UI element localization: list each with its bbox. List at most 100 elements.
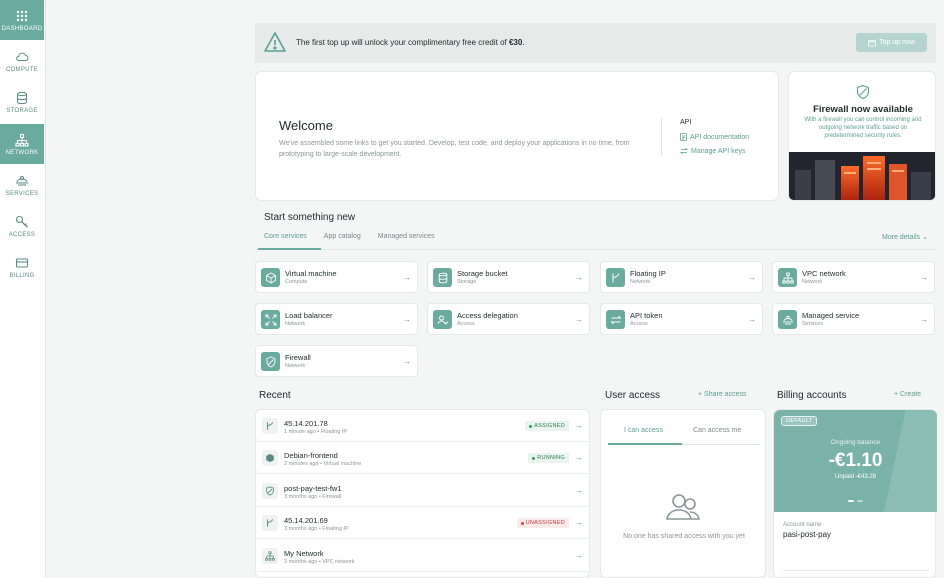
firewall-illustration [789, 152, 935, 200]
tab-app-catalog[interactable]: App catalog [324, 233, 361, 240]
list-item[interactable]: 45.14.201.78 1 minute ago • Floating IP … [256, 410, 591, 442]
key-icon [15, 215, 28, 228]
tab-can-access-me[interactable]: Can access me [693, 427, 741, 434]
cube-icon [261, 268, 280, 287]
billing-account-card[interactable]: DEFAULT Ongoing balance -€1.10 Unpaid -€… [773, 409, 937, 578]
users-icon [433, 310, 452, 329]
item-name: My Network [284, 549, 324, 558]
branch-icon [262, 515, 278, 531]
empty-state-text: No one has shared access with you yet [623, 533, 745, 540]
banner-text-prefix: The first top up will unlock your compli… [296, 38, 509, 47]
arrow-right-icon: → [575, 315, 583, 324]
services-icon [16, 175, 28, 185]
banner-text: The first top up will unlock your compli… [296, 38, 525, 47]
account-name-label: Account name [783, 522, 822, 528]
service-category: Network [285, 321, 306, 327]
swap-icon [606, 310, 625, 329]
service-name: Firewall [285, 353, 311, 362]
status-label: ASSIGNED [534, 423, 565, 429]
status-badge: ASSIGNED [525, 421, 569, 431]
network-icon [778, 268, 797, 287]
sidebar-item-storage[interactable]: STORAGE [0, 82, 44, 122]
service-name: Storage bucket [457, 269, 508, 278]
manage-api-keys-label: Manage API keys [691, 147, 746, 155]
service-firewall[interactable]: Firewall Network → [255, 345, 418, 377]
share-access-link[interactable]: + Share access [698, 391, 746, 398]
sidebar-item-network[interactable]: NETWORK [0, 124, 44, 164]
more-details-link[interactable]: More details ⌄ [882, 233, 928, 241]
top-up-button[interactable]: Top up now [856, 33, 927, 52]
create-billing-link[interactable]: + Create [894, 391, 921, 398]
arrow-right-icon: → [748, 273, 756, 282]
api-title: API [680, 119, 692, 126]
status-label: RUNNING [537, 455, 565, 461]
service-floating-ip[interactable]: Floating IP Network → [600, 261, 763, 293]
sidebar-item-services[interactable]: SERVICES [0, 165, 44, 205]
branch-icon [262, 418, 278, 434]
manage-api-keys-link[interactable]: Manage API keys [680, 147, 745, 155]
list-item[interactable]: My Network 3 months ago • VPC network → [256, 540, 591, 572]
welcome-description: We've assembled some links to get you st… [279, 140, 630, 158]
arrow-right-icon: → [575, 486, 583, 495]
sidebar-item-label: DASHBOARD [1, 25, 43, 32]
api-documentation-link[interactable]: API documentation [680, 133, 749, 141]
service-virtual-machine[interactable]: Virtual machine Compute → [255, 261, 418, 293]
service-category: Network [285, 363, 306, 369]
balance-label: Ongoing balance [830, 439, 881, 446]
status-badge: UNASSIGNED [516, 518, 569, 528]
sidebar-item-dashboard[interactable]: DASHBOARD [0, 0, 44, 40]
arrow-right-icon: → [403, 357, 411, 366]
service-category: Network [630, 279, 651, 285]
service-name: Managed service [802, 311, 860, 320]
user-access-title: User access [605, 390, 661, 401]
share-access-label: Share access [704, 391, 747, 398]
user-access-card: I can access Can access me No one has sh… [600, 409, 766, 578]
service-storage-bucket[interactable]: Storage bucket Storage → [427, 261, 590, 293]
document-icon [680, 133, 687, 141]
service-access-delegation[interactable]: Access delegation Access → [427, 303, 590, 335]
users-icon [666, 494, 700, 520]
divider [783, 570, 929, 571]
list-item[interactable]: 45.14.201.69 3 months ago • Floating IP … [256, 507, 591, 539]
service-load-balancer[interactable]: Load balancer Network → [255, 303, 418, 335]
list-item[interactable]: post-pay-test-fw1 3 months ago • Firewal… [256, 475, 591, 507]
carousel-dot[interactable] [857, 500, 863, 502]
arrow-right-icon: → [748, 315, 756, 324]
carousel-dot[interactable] [848, 500, 854, 502]
firewall-promo-card[interactable]: Firewall now available With a firewall y… [788, 71, 936, 201]
item-meta: 1 minute ago • Floating IP [284, 429, 348, 435]
sidebar-item-label: SERVICES [5, 190, 39, 197]
service-managed-service[interactable]: Managed service Services → [772, 303, 935, 335]
sidebar-item-label: BILLING [9, 272, 35, 279]
tab-core-services[interactable]: Core services [264, 233, 307, 240]
status-dot [520, 521, 524, 525]
arrow-right-icon: → [575, 518, 583, 527]
welcome-card: Welcome We've assembled some links to ge… [255, 71, 779, 201]
service-category: Compute [285, 279, 308, 285]
unpaid-amount: Unpaid -€43.28 [834, 474, 877, 480]
services-icon [778, 310, 797, 329]
recent-list: 45.14.201.78 1 minute ago • Floating IP … [255, 409, 591, 578]
tab-managed-services[interactable]: Managed services [378, 233, 435, 240]
service-vpc-network[interactable]: VPC network Network → [772, 261, 935, 293]
arrow-right-icon: → [920, 315, 928, 324]
service-api-token[interactable]: API token Access → [600, 303, 763, 335]
sidebar-item-compute[interactable]: COMPUTE [0, 41, 44, 81]
server-rack-illustration [789, 152, 935, 200]
wallet-icon [868, 39, 876, 46]
arrow-right-icon: → [575, 273, 583, 282]
tab-i-can-access[interactable]: I can access [624, 427, 663, 434]
sidebar-item-access[interactable]: ACCESS [0, 206, 44, 246]
service-category: Access [630, 321, 648, 327]
list-item[interactable]: Debian-frontend 2 minutes ago • Virtual … [256, 442, 591, 474]
sidebar-item-billing[interactable]: BILLING [0, 247, 44, 287]
tab-indicator [258, 248, 321, 250]
service-category: Network [802, 279, 823, 285]
item-meta: 2 minutes ago • Virtual machine [284, 461, 362, 467]
sidebar-item-label: STORAGE [6, 107, 38, 114]
item-meta: 3 months ago • Floating IP [284, 526, 349, 532]
cube-icon [262, 450, 278, 466]
service-category: Services [802, 321, 824, 327]
status-label: UNASSIGNED [525, 520, 565, 526]
carousel-dots[interactable] [848, 500, 863, 502]
